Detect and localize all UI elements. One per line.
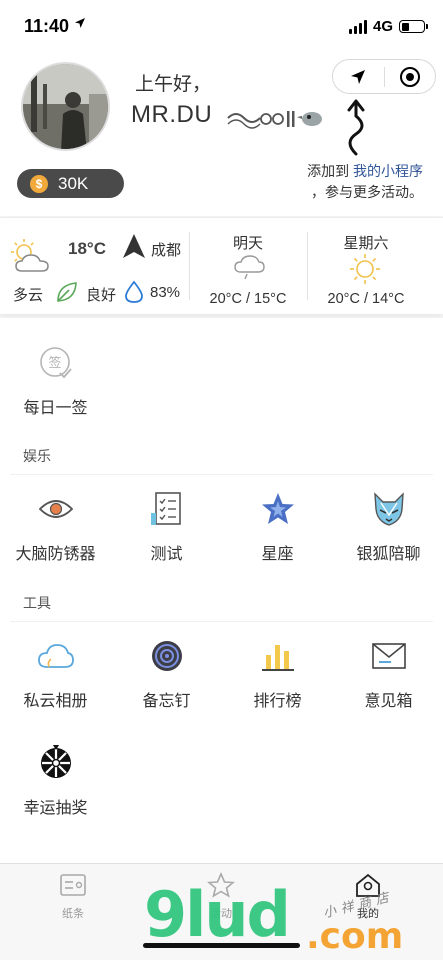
hint-prefix: 添加到	[307, 163, 353, 179]
test-label: 测试	[150, 546, 183, 563]
watermark-suffix: .com	[306, 916, 404, 957]
location-arrow-icon	[75, 18, 85, 28]
name-decoration-icon	[227, 111, 322, 129]
coin-value: 30K	[58, 173, 89, 193]
status-indicators: 4G	[348, 18, 428, 35]
cloud-album-label: 私云相册	[23, 693, 88, 710]
constellation-button[interactable]: 星座	[222, 486, 333, 564]
fox-chat-label: 银狐陪聊	[356, 546, 421, 563]
target-icon	[151, 641, 182, 671]
weather-condition: 多云	[13, 287, 44, 304]
cloud-rain-icon	[234, 255, 265, 280]
constellation-label: 星座	[261, 546, 294, 563]
cloud-album-button[interactable]: 私云相册	[0, 633, 111, 711]
username: MR.DU	[131, 101, 213, 128]
battery-icon	[399, 20, 428, 33]
eye-icon	[38, 500, 73, 518]
humidity-drop-icon	[125, 280, 143, 303]
hint-suffix: ，参与更多活动。	[311, 184, 423, 200]
saturday-label: 星期六	[343, 235, 389, 252]
sun-icon	[350, 254, 380, 284]
location-button[interactable]	[333, 60, 384, 93]
leaf-icon	[57, 282, 77, 302]
target-circle-icon	[399, 66, 420, 87]
watermark-main: 9lud	[144, 878, 291, 951]
tab-notes[interactable]: 纸条	[33, 872, 113, 921]
fox-icon	[373, 492, 404, 526]
memo-button[interactable]: 备忘钉	[111, 633, 222, 711]
mini-program-hint: 添加到 我的小程序 ，参与更多活动。	[307, 161, 423, 203]
air-quality: 良好	[86, 287, 117, 304]
bar-chart-icon	[261, 645, 294, 671]
squiggle-arrow-icon	[347, 99, 365, 156]
partly-cloudy-icon	[11, 239, 49, 272]
wheel-icon	[40, 745, 71, 778]
lucky-draw-label: 幸运抽奖	[23, 800, 88, 817]
checklist-icon	[150, 492, 181, 525]
close-capsule-button[interactable]	[385, 60, 436, 93]
status-time: 11:40	[24, 16, 70, 36]
star-icon	[261, 493, 294, 524]
signal-icon	[348, 19, 367, 34]
saturday-range: 20°C / 14°C	[327, 291, 405, 307]
location-pointer-icon	[123, 234, 145, 258]
greeting-text: 上午好，	[135, 74, 212, 95]
network-type: 4G	[372, 18, 393, 35]
mail-icon	[371, 643, 406, 669]
coin-icon: $	[30, 174, 48, 193]
mini-program-capsule	[332, 59, 436, 94]
ranking-button[interactable]: 排行榜	[222, 633, 333, 711]
navigation-icon	[351, 69, 366, 84]
note-icon	[60, 874, 86, 896]
svg-text:签: 签	[48, 355, 61, 371]
my-mini-programs-link[interactable]: 我的小程序	[353, 163, 423, 179]
brain-game-button[interactable]: 大脑防锈器	[0, 486, 111, 564]
daily-sign-label: 每日一签	[23, 400, 88, 417]
daily-sign-button[interactable]: 签 每日一签	[0, 340, 111, 418]
suggestion-box-label: 意见箱	[364, 693, 413, 710]
sign-in-icon: 签	[39, 347, 72, 379]
current-temperature: 18°C	[68, 239, 106, 258]
avatar[interactable]	[21, 62, 110, 151]
cloud-icon	[37, 644, 74, 668]
brain-game-label: 大脑防锈器	[15, 546, 96, 563]
coin-balance[interactable]: $ 30K	[17, 169, 124, 198]
fox-chat-button[interactable]: 银狐陪聊	[333, 486, 443, 564]
lucky-draw-button[interactable]: 幸运抽奖	[0, 740, 111, 818]
tomorrow-label: 明天	[232, 235, 263, 252]
memo-label: 备忘钉	[142, 693, 191, 710]
tab-notes-label: 纸条	[62, 908, 84, 920]
section-title-entertainment: 娱乐	[23, 448, 51, 464]
tomorrow-range: 20°C / 15°C	[209, 291, 287, 307]
test-button[interactable]: 测试	[111, 486, 222, 564]
weather-panel[interactable]: 18°C 成都 多云 良好 83% 明天 20°C / 15°C 星期六 20°…	[0, 217, 443, 314]
home-indicator	[143, 943, 300, 948]
status-bar: 11:40 4G	[0, 0, 443, 50]
suggestion-box-button[interactable]: 意见箱	[333, 633, 443, 711]
humidity-value: 83%	[150, 284, 181, 301]
ranking-label: 排行榜	[253, 693, 302, 710]
city-name: 成都	[151, 242, 182, 259]
profile-header: 上午好， MR.DU $ 30K 添加到 我的小程序 ，参与更多活动。	[0, 50, 443, 216]
section-title-tools: 工具	[23, 595, 51, 611]
feature-list: 签 每日一签 娱乐 大脑防锈器 测试 星座 银狐陪聊 工具 私云相册 备忘钉 排…	[0, 318, 443, 863]
